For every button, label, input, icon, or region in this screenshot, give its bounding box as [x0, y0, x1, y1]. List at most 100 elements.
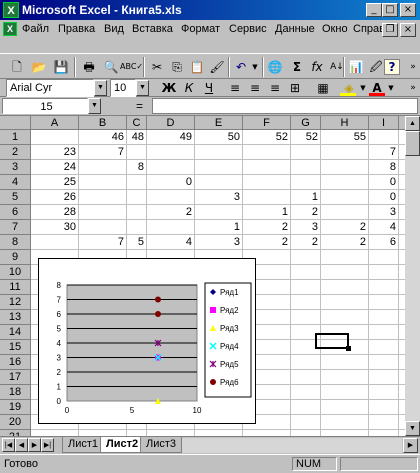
function-icon[interactable]: fx: [306, 56, 328, 78]
menu-format[interactable]: Формат: [181, 23, 220, 35]
column-header[interactable]: H: [321, 116, 369, 130]
row-header[interactable]: 3: [0, 160, 31, 175]
cell-value[interactable]: 2: [321, 220, 369, 235]
minimize-button[interactable]: _: [366, 3, 382, 17]
row-header[interactable]: 20: [0, 415, 31, 430]
cell-value[interactable]: 0: [369, 190, 399, 205]
cell-value[interactable]: 1: [291, 190, 321, 205]
cut-icon[interactable]: ✂: [146, 56, 168, 78]
excel-app-icon[interactable]: X: [3, 2, 19, 18]
underline-icon[interactable]: Ч: [198, 77, 220, 99]
row-header[interactable]: 14: [0, 325, 31, 340]
font-color-dropdown-icon[interactable]: ▼: [380, 77, 402, 99]
cell-value[interactable]: 28: [31, 205, 79, 220]
help-icon[interactable]: ?: [384, 59, 400, 75]
font-name-dropdown-icon[interactable]: ▼: [94, 80, 107, 96]
row-header[interactable]: 7: [0, 220, 31, 235]
cell-value[interactable]: 3: [195, 235, 243, 250]
column-header[interactable]: G: [291, 116, 321, 130]
column-header[interactable]: E: [195, 116, 243, 130]
cell-value[interactable]: 50: [195, 130, 243, 145]
row-header[interactable]: 17: [0, 370, 31, 385]
cell-value[interactable]: 25: [31, 175, 79, 190]
select-all-corner[interactable]: [0, 116, 31, 130]
row-header[interactable]: 2: [0, 145, 31, 160]
menu-data[interactable]: Данные: [275, 23, 315, 35]
font-name-box[interactable]: Arial Cyr: [6, 79, 94, 97]
font-size-box[interactable]: 10: [110, 79, 136, 97]
cell-value[interactable]: 23: [31, 145, 79, 160]
cell-value[interactable]: 4: [147, 235, 195, 250]
print-icon[interactable]: 🖶: [78, 56, 100, 78]
copy-icon[interactable]: ⎘: [166, 56, 188, 78]
cell-value[interactable]: 1: [243, 205, 291, 220]
fill-handle[interactable]: [346, 346, 351, 351]
scroll-thumb[interactable]: [405, 131, 420, 156]
column-header[interactable]: F: [243, 116, 291, 130]
cell-value[interactable]: 3: [195, 190, 243, 205]
cell-value[interactable]: 30: [31, 220, 79, 235]
row-header[interactable]: 10: [0, 265, 31, 280]
cell-value[interactable]: 48: [127, 130, 147, 145]
first-sheet-icon[interactable]: |◀: [2, 438, 15, 452]
formula-equals-icon[interactable]: =: [136, 99, 143, 113]
last-sheet-icon[interactable]: ▶|: [41, 438, 54, 452]
name-box[interactable]: 15: [2, 98, 88, 114]
next-sheet-icon[interactable]: ▶: [28, 438, 41, 452]
doc-close-button[interactable]: ×: [400, 23, 416, 37]
open-icon[interactable]: 📂: [28, 56, 50, 78]
menu-edit[interactable]: Правка: [58, 23, 95, 35]
horizontal-scrollbar[interactable]: [182, 438, 402, 453]
cell-value[interactable]: 2: [243, 220, 291, 235]
column-header[interactable]: A: [31, 116, 79, 130]
cell-value[interactable]: 49: [147, 130, 195, 145]
cell-value[interactable]: 2: [321, 235, 369, 250]
scroll-right-icon[interactable]: ▶: [403, 438, 418, 453]
format-painter-icon[interactable]: 🖌: [206, 56, 228, 78]
cell-value[interactable]: 55: [321, 130, 369, 145]
row-header[interactable]: 1: [0, 130, 31, 145]
autosum-icon[interactable]: Σ: [286, 56, 308, 78]
cell-value[interactable]: 2: [291, 235, 321, 250]
cell-value[interactable]: 8: [369, 160, 399, 175]
row-header[interactable]: 11: [0, 280, 31, 295]
align-right-icon[interactable]: ≡: [264, 77, 286, 99]
row-header[interactable]: 8: [0, 235, 31, 250]
row-header[interactable]: 19: [0, 400, 31, 415]
menu-file[interactable]: Файл: [22, 23, 49, 35]
align-center-icon[interactable]: ≡: [244, 77, 266, 99]
tab-sheet3[interactable]: Лист3: [140, 437, 183, 453]
row-header[interactable]: 15: [0, 340, 31, 355]
cell-value[interactable]: 3: [369, 205, 399, 220]
column-header[interactable]: B: [79, 116, 127, 130]
new-icon[interactable]: 🗋: [6, 56, 28, 78]
cell-value[interactable]: 0: [369, 175, 399, 190]
active-cell-selection[interactable]: [315, 333, 349, 349]
scroll-down-icon[interactable]: ▼: [405, 421, 420, 436]
vertical-scrollbar[interactable]: ▲ ▼: [405, 116, 420, 436]
row-header[interactable]: 5: [0, 190, 31, 205]
cell-value[interactable]: 7: [79, 145, 127, 160]
embedded-chart[interactable]: 0 1 2 3 4 5 6 7 8 0 5 10 Ряд1 Ряд2 Ряд3 Ряд4 Ряд5 Ряд6: [38, 258, 256, 424]
cell-value[interactable]: 5: [127, 235, 147, 250]
menu-window[interactable]: Окно: [322, 23, 348, 35]
borders-icon[interactable]: ▦: [312, 77, 334, 99]
cell-value[interactable]: 0: [147, 175, 195, 190]
maximize-button[interactable]: □: [382, 3, 398, 17]
merge-center-icon[interactable]: ⊞: [284, 77, 306, 99]
cell-value[interactable]: 52: [291, 130, 321, 145]
column-header[interactable]: C: [127, 116, 147, 130]
row-header[interactable]: 18: [0, 385, 31, 400]
scroll-up-icon[interactable]: ▲: [405, 116, 420, 131]
bold-icon[interactable]: Ж: [158, 77, 180, 99]
prev-sheet-icon[interactable]: ◀: [15, 438, 28, 452]
row-header[interactable]: 12: [0, 295, 31, 310]
cell-value[interactable]: 8: [127, 160, 147, 175]
cell-value[interactable]: 46: [79, 130, 127, 145]
doc-restore-button[interactable]: ❐: [382, 23, 398, 37]
print-preview-icon[interactable]: 🔍: [100, 56, 122, 78]
more-formatting-icon[interactable]: »: [402, 77, 420, 99]
cell-value[interactable]: 3: [291, 220, 321, 235]
cell-value[interactable]: 7: [369, 145, 399, 160]
tab-sheet1[interactable]: Лист1: [62, 437, 105, 453]
